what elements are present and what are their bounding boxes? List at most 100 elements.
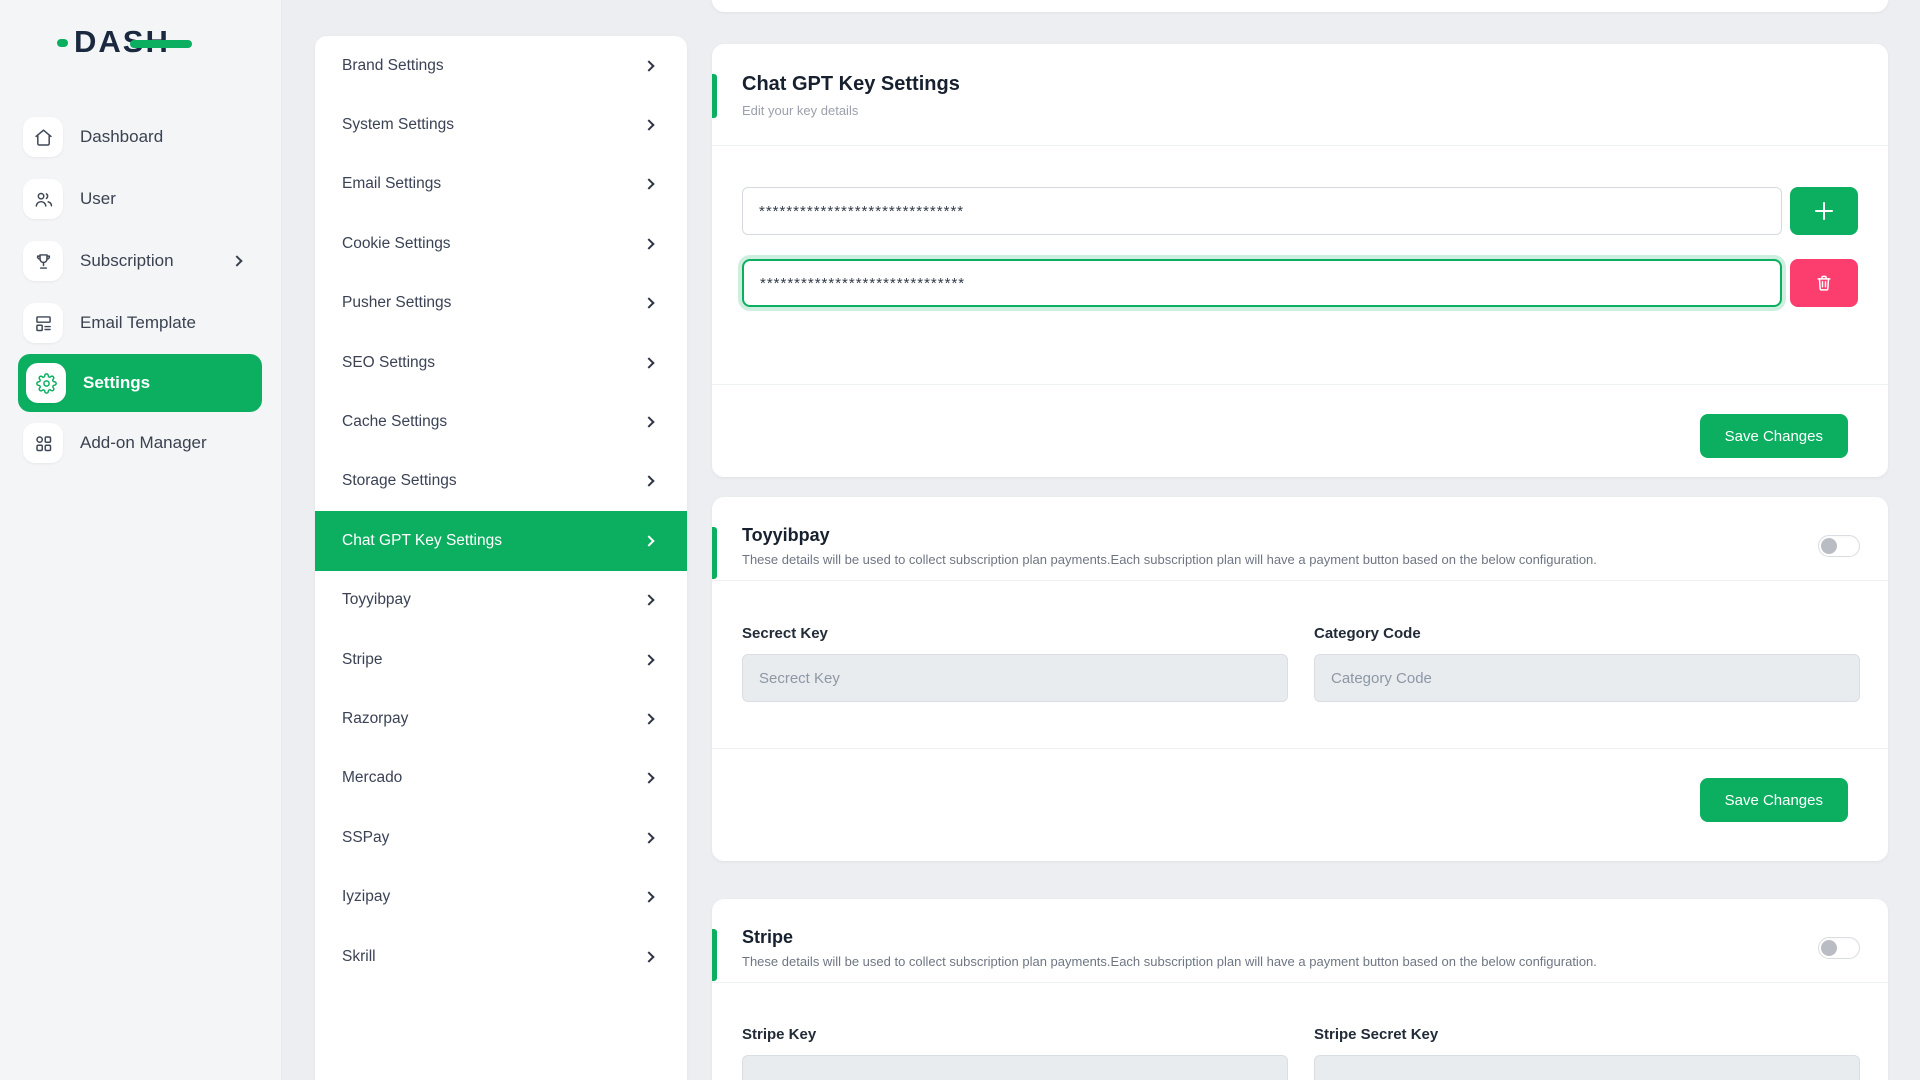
settings-menu-item-label: Stripe	[342, 651, 383, 669]
sidebar-item-dashboard[interactable]: Dashboard	[0, 106, 281, 168]
green-accent-bar	[712, 527, 717, 579]
stripe-card: Stripe These details will be used to col…	[712, 899, 1888, 1080]
key-row	[742, 259, 1858, 307]
gear-icon	[26, 363, 66, 403]
chevron-right-icon	[643, 951, 654, 962]
settings-menu-item-label: Razorpay	[342, 710, 408, 728]
plus-icon	[1814, 201, 1834, 221]
chevron-right-icon	[643, 773, 654, 784]
green-accent-bar	[712, 74, 717, 118]
trash-icon	[1814, 273, 1834, 293]
card-subtitle: Edit your key details	[742, 103, 1858, 118]
card-header: Chat GPT Key Settings Edit your key deta…	[712, 44, 1888, 146]
toyyibpay-card: Toyyibpay These details will be used to …	[712, 497, 1888, 861]
settings-menu-item-label: Brand Settings	[342, 57, 444, 75]
settings-menu-item-label: Pusher Settings	[342, 294, 451, 312]
chevron-right-icon	[643, 60, 654, 71]
chevron-right-icon	[643, 535, 654, 546]
sidebar-item-label: Subscription	[80, 251, 174, 271]
settings-menu-item[interactable]: Email Settings	[315, 155, 687, 214]
chevron-right-icon	[643, 416, 654, 427]
sidebar-item-label: Add-on Manager	[80, 433, 207, 453]
card-body	[712, 146, 1888, 385]
settings-menu-item-label: Chat GPT Key Settings	[342, 532, 502, 550]
sidebar-item-label: Email Template	[80, 313, 196, 333]
card-title: Stripe	[742, 927, 1858, 948]
field-group: Secrect Key	[742, 625, 1288, 702]
chatgpt-key-settings-card: Chat GPT Key Settings Edit your key deta…	[712, 44, 1888, 477]
add-key-button[interactable]	[1790, 187, 1858, 235]
field-group: Category Code	[1314, 625, 1860, 702]
card-body: Stripe Key Stripe Secret Key	[712, 983, 1888, 1080]
key-row	[742, 187, 1858, 235]
settings-menu-item[interactable]: Iyzipay	[315, 867, 687, 926]
chevron-right-icon	[643, 179, 654, 190]
settings-menu-item[interactable]: Toyyibpay	[315, 571, 687, 630]
settings-menu-item-label: SSPay	[342, 829, 389, 847]
field-label: Stripe Secret Key	[1314, 1026, 1860, 1043]
chevron-right-icon	[643, 476, 654, 487]
sidebar-item-addon-manager[interactable]: Add-on Manager	[0, 412, 281, 474]
settings-menu-item-label: System Settings	[342, 116, 454, 134]
settings-menu-item-label: Storage Settings	[342, 472, 457, 490]
sidebar-item-subscription[interactable]: Subscription	[0, 230, 281, 292]
chevron-right-icon	[643, 357, 654, 368]
category-code-input[interactable]	[1314, 654, 1860, 702]
grid-icon	[23, 423, 63, 463]
save-changes-button[interactable]: Save Changes	[1700, 414, 1848, 458]
settings-menu-item[interactable]: Brand Settings	[315, 36, 687, 95]
settings-menu-item-label: Skrill	[342, 948, 376, 966]
toggle-knob	[1821, 940, 1837, 956]
toggle-knob	[1821, 538, 1837, 554]
settings-menu-item[interactable]: Razorpay	[315, 689, 687, 748]
chevron-right-icon	[643, 654, 654, 665]
toyyibpay-toggle[interactable]	[1818, 535, 1860, 557]
chevron-right-icon	[231, 255, 242, 266]
sidebar-nav: Dashboard User Subscription Email T	[0, 106, 281, 474]
card-footer: Save Changes	[712, 385, 1888, 458]
settings-menu-item[interactable]: Pusher Settings	[315, 274, 687, 333]
settings-menu-item[interactable]: SEO Settings	[315, 333, 687, 392]
settings-menu-item[interactable]: Chat GPT Key Settings	[315, 511, 687, 570]
app-logo: DASH	[74, 24, 170, 60]
save-changes-button[interactable]: Save Changes	[1700, 778, 1848, 822]
layout-icon	[23, 303, 63, 343]
settings-menu-item[interactable]: Cache Settings	[315, 392, 687, 451]
card-footer: Save Changes	[712, 749, 1888, 822]
sidebar-item-label: User	[80, 189, 116, 209]
chatgpt-key-input-2[interactable]	[742, 259, 1782, 307]
settings-menu-item[interactable]: Cookie Settings	[315, 214, 687, 273]
stripe-secret-key-input[interactable]	[1314, 1055, 1860, 1080]
settings-menu-item[interactable]: Mercado	[315, 749, 687, 808]
chatgpt-key-input-1[interactable]	[742, 187, 1782, 235]
settings-menu-item[interactable]: System Settings	[315, 95, 687, 154]
settings-menu-item-label: SEO Settings	[342, 354, 435, 372]
field-label: Secrect Key	[742, 625, 1288, 642]
previous-card-edge	[712, 0, 1888, 12]
app-root: DASH Dashboard User Subscription	[0, 0, 1920, 1080]
field-group: Stripe Key	[742, 1026, 1288, 1080]
trophy-icon	[23, 241, 63, 281]
settings-menu-item[interactable]: Skrill	[315, 927, 687, 986]
chevron-right-icon	[643, 119, 654, 130]
sidebar-item-email-template[interactable]: Email Template	[0, 292, 281, 354]
settings-menu-item-label: Cache Settings	[342, 413, 447, 431]
card-header: Stripe These details will be used to col…	[712, 899, 1888, 983]
card-title: Toyyibpay	[742, 525, 1858, 546]
settings-menu-item-label: Email Settings	[342, 175, 441, 193]
stripe-key-input[interactable]	[742, 1055, 1288, 1080]
delete-key-button[interactable]	[1790, 259, 1858, 307]
settings-menu-item-label: Cookie Settings	[342, 235, 451, 253]
field-group: Stripe Secret Key	[1314, 1026, 1860, 1080]
settings-menu-item[interactable]: Storage Settings	[315, 452, 687, 511]
sidebar-item-user[interactable]: User	[0, 168, 281, 230]
card-description: These details will be used to collect su…	[742, 552, 1858, 567]
settings-menu-item[interactable]: SSPay	[315, 808, 687, 867]
secret-key-input[interactable]	[742, 654, 1288, 702]
settings-menu-item-label: Toyyibpay	[342, 591, 411, 609]
card-header: Toyyibpay These details will be used to …	[712, 497, 1888, 581]
sidebar-item-settings[interactable]: Settings	[18, 354, 262, 412]
stripe-toggle[interactable]	[1818, 937, 1860, 959]
settings-menu-item[interactable]: Stripe	[315, 630, 687, 689]
chevron-right-icon	[643, 298, 654, 309]
